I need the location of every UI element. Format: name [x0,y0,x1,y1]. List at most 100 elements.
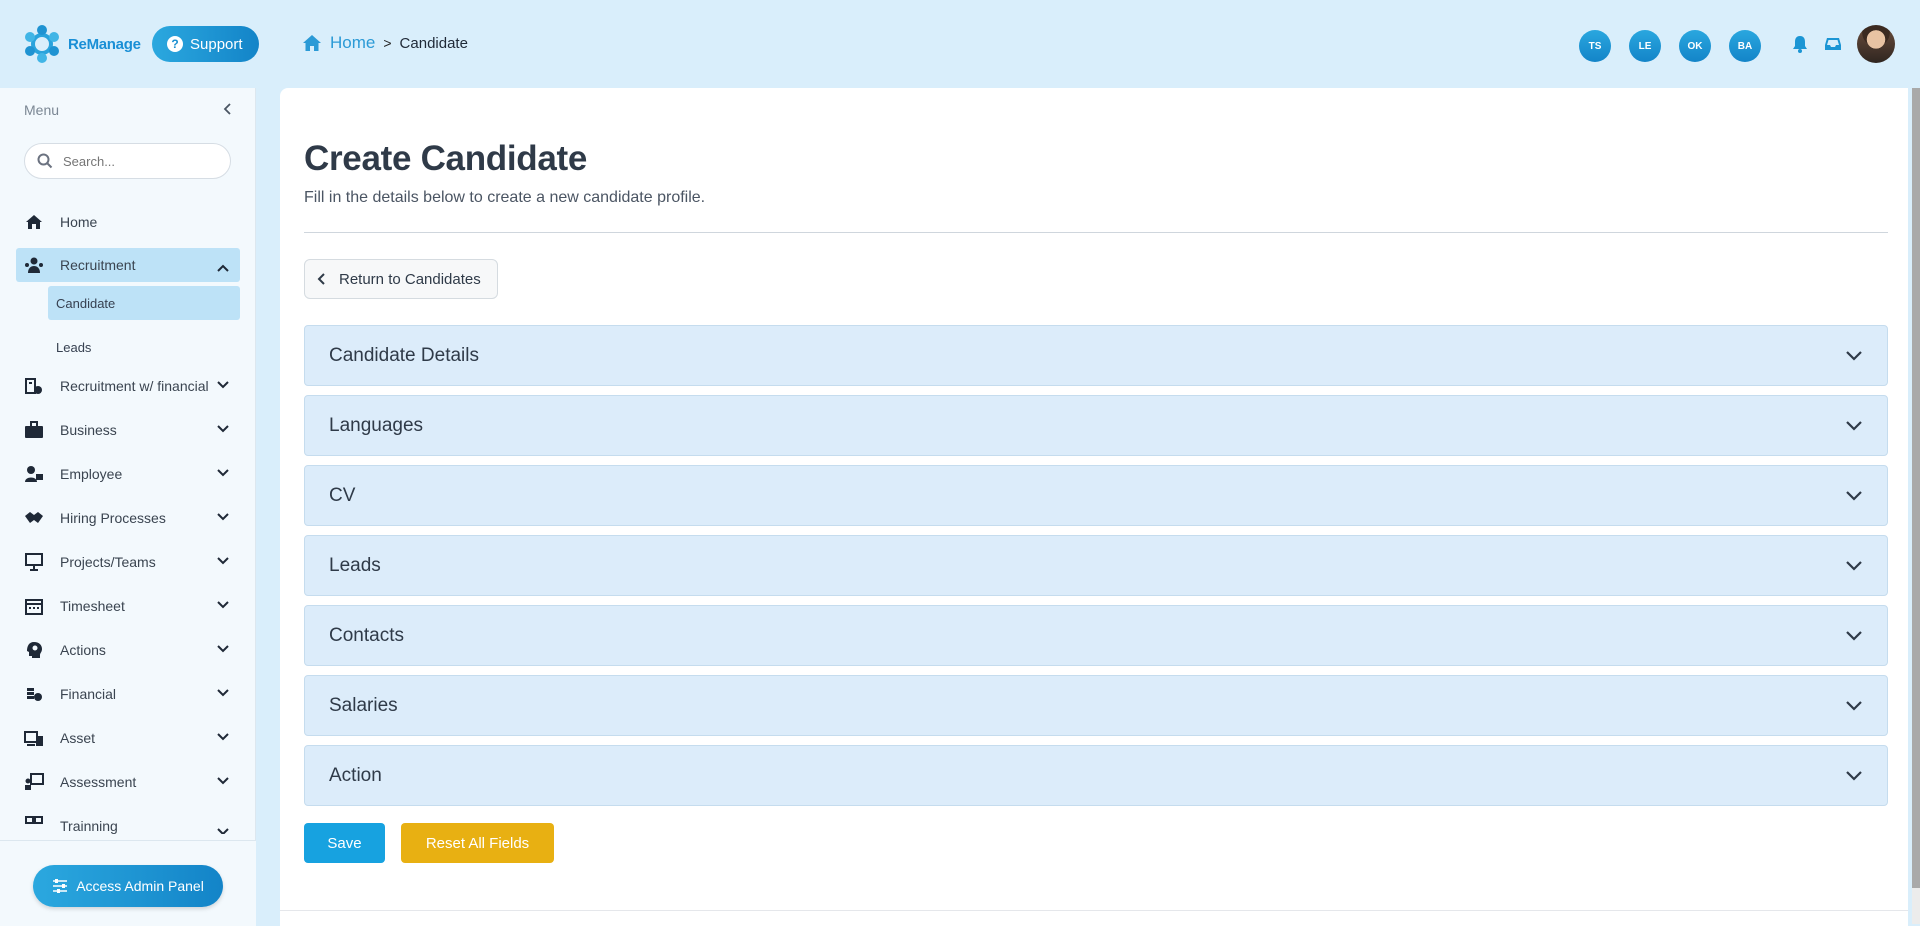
sidebar: Menu Home Recruitment Candidate Leads Re… [0,88,256,926]
sidebar-item-asset[interactable]: Asset [16,716,240,760]
chevron-down-icon [1846,421,1862,431]
chevron-up-icon [217,264,229,272]
sidebar-item-hiring-processes[interactable]: Hiring Processes [16,496,240,540]
sidebar-item-recruitment-financial[interactable]: Recruitment w/ financial [16,364,240,408]
calendar-icon [24,596,44,616]
section-salaries[interactable]: Salaries [304,675,1888,736]
chevron-down-icon [217,469,229,477]
sidebar-item-label: Financial [60,686,117,702]
sidebar-item-label: Recruitment w/ financial [60,378,209,394]
avatar[interactable]: LE [1629,30,1661,62]
breadcrumb-current: Candidate [399,34,468,52]
chevron-down-icon [217,601,229,609]
chevron-down-icon [1846,631,1862,641]
sidebar-item-recruitment[interactable]: Recruitment [16,248,240,282]
support-label: Support [190,35,243,53]
section-title: Salaries [329,694,398,716]
sidebar-nav: Home Recruitment Candidate Leads Recruit… [16,200,240,834]
chevron-left-icon [317,273,325,285]
avatar[interactable]: BA [1729,30,1761,62]
chevron-down-icon [217,645,229,653]
sidebar-item-label: Assessment [60,774,137,790]
section-cv[interactable]: CV [304,465,1888,526]
save-button[interactable]: Save [304,823,385,863]
sidebar-item-financial[interactable]: Financial [16,672,240,716]
user-card-icon [24,464,44,484]
sidebar-item-label: Projects/Teams [60,554,156,570]
form-actions: Save Reset All Fields [304,823,554,863]
sidebar-item-label: Trainning [60,818,118,834]
scrollbar-thumb[interactable] [1912,88,1920,888]
section-action[interactable]: Action [304,745,1888,806]
chevron-down-icon [217,733,229,741]
handshake-icon [24,508,44,528]
sidebar-item-label: Timesheet [60,598,125,614]
reset-all-fields-button[interactable]: Reset All Fields [401,823,554,863]
avatar[interactable]: OK [1679,30,1711,62]
divider [304,232,1888,233]
home-icon [303,35,321,51]
sidebar-item-actions[interactable]: Actions [16,628,240,672]
chevron-down-icon [217,557,229,565]
chevron-down-icon [1846,561,1862,571]
page-title: Create Candidate [304,139,588,178]
briefcase-icon [24,420,44,440]
sidebar-item-employee[interactable]: Employee [16,452,240,496]
chevron-down-icon [217,513,229,521]
sidebar-item-label: Business [60,422,117,438]
search-input[interactable] [63,153,213,169]
breadcrumb-home[interactable]: Home [302,33,375,53]
teacher-board-icon [24,772,44,792]
home-icon [24,212,44,232]
avatar[interactable]: TS [1579,30,1611,62]
user-avatar[interactable] [1857,25,1895,63]
section-leads[interactable]: Leads [304,535,1888,596]
main-content: Create Candidate Fill in the details bel… [280,88,1908,926]
head-gear-icon [24,640,44,660]
section-title: Leads [329,554,381,576]
people-icon [24,255,44,275]
section-title: Contacts [329,624,404,646]
section-languages[interactable]: Languages [304,395,1888,456]
app-logo[interactable]: ReManage [22,24,141,64]
section-title: Action [329,764,382,786]
team-avatars: TS LE OK BA [1579,30,1761,62]
search-icon [37,153,53,169]
logo-icon [25,25,59,63]
sidebar-subitem-candidate[interactable]: Candidate [48,286,240,320]
building-money-icon [24,376,44,396]
sidebar-item-label: Employee [60,466,123,482]
sidebar-item-label: Hiring Processes [60,510,166,526]
sidebar-item-home[interactable]: Home [16,200,240,244]
section-title: Candidate Details [329,344,479,366]
chevron-down-icon [1846,701,1862,711]
sidebar-subitem-leads[interactable]: Leads [48,330,240,364]
chevron-down-icon [217,425,229,433]
section-title: Languages [329,414,424,436]
inbox-icon[interactable] [1823,34,1843,54]
sidebar-item-label: Actions [60,642,106,658]
chevron-left-icon[interactable] [222,102,234,121]
bell-icon[interactable] [1790,34,1810,54]
chevron-down-icon [217,381,229,389]
section-contacts[interactable]: Contacts [304,605,1888,666]
chevron-down-icon [1846,491,1862,501]
section-candidate-details[interactable]: Candidate Details [304,325,1888,386]
support-button[interactable]: ? Support [152,26,259,62]
return-to-candidates-button[interactable]: Return to Candidates [304,259,498,299]
sidebar-item-assessment[interactable]: Assessment [16,760,240,804]
sidebar-item-timesheet[interactable]: Timesheet [16,584,240,628]
section-title: CV [329,484,356,506]
admin-button-label: Access Admin Panel [76,878,204,894]
sidebar-item-projects-teams[interactable]: Projects/Teams [16,540,240,584]
sidebar-item-trainning[interactable]: Trainning [16,804,240,834]
sidebar-item-business[interactable]: Business [16,408,240,452]
chevron-down-icon [217,689,229,697]
training-icon [24,814,44,834]
form-sections: Candidate Details Languages CV Leads Con… [304,325,1888,815]
chevron-down-icon [1846,771,1862,781]
sidebar-item-label: Home [60,214,98,230]
presentation-icon [24,552,44,572]
devices-icon [24,728,44,748]
access-admin-panel-button[interactable]: Access Admin Panel [33,865,223,907]
